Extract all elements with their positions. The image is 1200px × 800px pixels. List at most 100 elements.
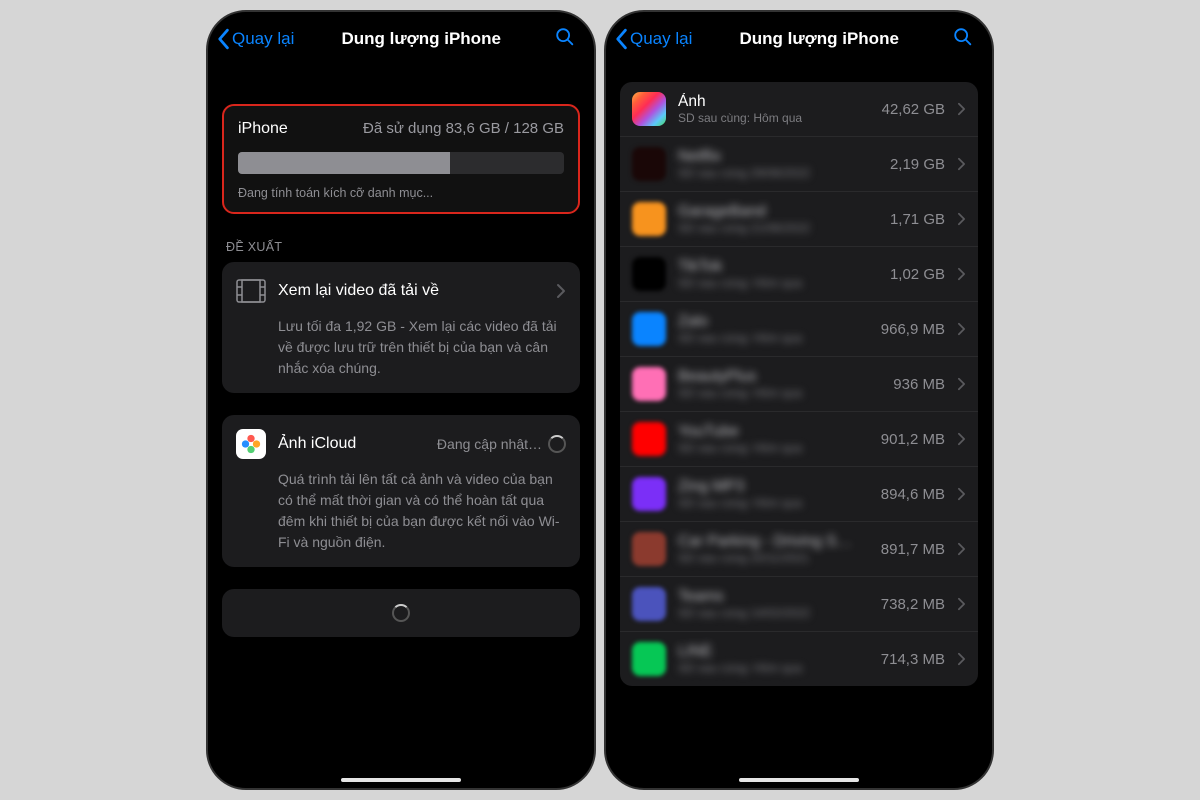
app-subtitle: SD sau cùng 21/08/2022 <box>678 221 878 235</box>
app-row[interactable]: Zalo SD sau cùng: Hôm qua 966,9 MB <box>620 302 978 357</box>
chevron-right-icon <box>957 322 966 336</box>
storage-card: iPhone Đã sử dụng 83,6 GB / 128 GB Đang … <box>222 104 580 214</box>
app-row[interactable]: Zing MP3 SD sau cùng: Hôm qua 894,6 MB <box>620 467 978 522</box>
chevron-right-icon <box>957 212 966 226</box>
phone-right: Quay lại Dung lượng iPhone Ảnh SD sau cù… <box>604 10 994 790</box>
app-info: Ảnh SD sau cùng: Hôm qua <box>678 93 870 125</box>
app-name: Ảnh <box>678 93 870 111</box>
app-icon <box>632 532 666 566</box>
icloud-photos-card[interactable]: Ảnh iCloud Đang cập nhật… Quá trình tải … <box>222 415 580 567</box>
app-info: Zalo SD sau cùng: Hôm qua <box>678 313 869 345</box>
spinner-icon <box>392 604 410 622</box>
app-info: Netflix SD sau cùng 29/08/2022 <box>678 148 878 180</box>
video-card-title: Xem lại video đã tải về <box>278 282 544 300</box>
app-icon <box>632 422 666 456</box>
search-button[interactable] <box>946 26 980 53</box>
app-row[interactable]: Teams SD sau cùng 14/02/2022 738,2 MB <box>620 577 978 632</box>
app-info: TikTok SD sau cùng: Hôm qua <box>678 258 878 290</box>
app-info: Car Parking - Driving S… SD sau cùng 20/… <box>678 533 869 565</box>
app-name: TikTok <box>678 258 878 276</box>
app-row[interactable]: TikTok SD sau cùng: Hôm qua 1,02 GB <box>620 247 978 302</box>
app-size: 966,9 MB <box>881 321 945 338</box>
app-icon <box>632 147 666 181</box>
back-button[interactable]: Quay lại <box>614 28 692 50</box>
app-name: LINE <box>678 643 869 661</box>
review-video-card[interactable]: Xem lại video đã tải về Lưu tối đa 1,92 … <box>222 262 580 393</box>
app-name: BeautyPlus <box>678 368 881 386</box>
app-size: 738,2 MB <box>881 596 945 613</box>
chevron-right-icon <box>957 432 966 446</box>
app-size: 1,71 GB <box>890 211 945 228</box>
chevron-right-icon <box>957 542 966 556</box>
home-indicator[interactable] <box>739 778 859 782</box>
calculating-text: Đang tính toán kích cỡ danh mục... <box>238 186 564 200</box>
back-button[interactable]: Quay lại <box>216 28 294 50</box>
content-right: Ảnh SD sau cùng: Hôm qua 42,62 GB Netfli… <box>606 64 992 788</box>
app-icon <box>632 477 666 511</box>
app-info: Teams SD sau cùng 14/02/2022 <box>678 588 869 620</box>
app-info: LINE SD sau cùng: Hôm qua <box>678 643 869 675</box>
app-icon <box>632 367 666 401</box>
app-row[interactable]: LINE SD sau cùng: Hôm qua 714,3 MB <box>620 632 978 686</box>
app-subtitle: SD sau cùng 14/02/2022 <box>678 606 869 620</box>
chevron-right-icon <box>957 377 966 391</box>
app-name: YouTube <box>678 423 869 441</box>
app-subtitle: SD sau cùng: Hôm qua <box>678 111 870 125</box>
chevron-right-icon <box>957 102 966 116</box>
icloud-card-body: Quá trình tải lên tất cả ảnh và video củ… <box>278 469 566 553</box>
app-name: Car Parking - Driving S… <box>678 533 869 551</box>
content-left: iPhone Đã sử dụng 83,6 GB / 128 GB Đang … <box>208 64 594 788</box>
home-indicator[interactable] <box>341 778 461 782</box>
search-icon <box>952 26 974 48</box>
chevron-right-icon <box>957 487 966 501</box>
app-icon <box>632 312 666 346</box>
chevron-right-icon <box>957 267 966 281</box>
app-size: 891,7 MB <box>881 541 945 558</box>
storage-bar <box>238 152 564 174</box>
icloud-status: Đang cập nhật… <box>437 435 566 453</box>
app-row[interactable]: Car Parking - Driving S… SD sau cùng 20/… <box>620 522 978 577</box>
page-title: Dung lượng iPhone <box>696 29 942 49</box>
app-row[interactable]: Netflix SD sau cùng 29/08/2022 2,19 GB <box>620 137 978 192</box>
loading-card <box>222 589 580 637</box>
phone-left: Quay lại Dung lượng iPhone iPhone Đã sử … <box>206 10 596 790</box>
navbar: Quay lại Dung lượng iPhone <box>606 12 992 64</box>
app-subtitle: SD sau cùng 20/11/2021 <box>678 551 869 565</box>
app-info: YouTube SD sau cùng: Hôm qua <box>678 423 869 455</box>
app-size: 2,19 GB <box>890 156 945 173</box>
search-button[interactable] <box>548 26 582 53</box>
chevron-left-icon <box>216 28 230 50</box>
navbar: Quay lại Dung lượng iPhone <box>208 12 594 64</box>
app-icon <box>632 202 666 236</box>
app-name: Zing MP3 <box>678 478 869 496</box>
chevron-right-icon <box>957 157 966 171</box>
icloud-card-title: Ảnh iCloud <box>278 435 425 453</box>
app-row[interactable]: Ảnh SD sau cùng: Hôm qua 42,62 GB <box>620 82 978 137</box>
section-label-suggestions: ĐỀ XUẤT <box>226 240 576 254</box>
spinner-icon <box>548 435 566 453</box>
app-subtitle: SD sau cùng 29/08/2022 <box>678 166 878 180</box>
app-subtitle: SD sau cùng: Hôm qua <box>678 441 869 455</box>
app-row[interactable]: YouTube SD sau cùng: Hôm qua 901,2 MB <box>620 412 978 467</box>
app-icon <box>632 642 666 676</box>
chevron-right-icon <box>957 652 966 666</box>
app-size: 42,62 GB <box>882 101 945 118</box>
chevron-left-icon <box>614 28 628 50</box>
app-subtitle: SD sau cùng: Hôm qua <box>678 331 869 345</box>
app-name: Teams <box>678 588 869 606</box>
app-size: 714,3 MB <box>881 651 945 668</box>
app-info: Zing MP3 SD sau cùng: Hôm qua <box>678 478 869 510</box>
app-subtitle: SD sau cùng: Hôm qua <box>678 386 881 400</box>
app-info: BeautyPlus SD sau cùng: Hôm qua <box>678 368 881 400</box>
app-size: 894,6 MB <box>881 486 945 503</box>
app-row[interactable]: BeautyPlus SD sau cùng: Hôm qua 936 MB <box>620 357 978 412</box>
app-row[interactable]: GarageBand SD sau cùng 21/08/2022 1,71 G… <box>620 192 978 247</box>
app-size: 901,2 MB <box>881 431 945 448</box>
app-subtitle: SD sau cùng: Hôm qua <box>678 276 878 290</box>
app-list: Ảnh SD sau cùng: Hôm qua 42,62 GB Netfli… <box>620 82 978 686</box>
storage-bar-fill <box>238 152 450 174</box>
page-title: Dung lượng iPhone <box>298 29 544 49</box>
app-name: Netflix <box>678 148 878 166</box>
photos-app-icon <box>236 429 266 459</box>
used-text: Đã sử dụng 83,6 GB / 128 GB <box>363 120 564 138</box>
